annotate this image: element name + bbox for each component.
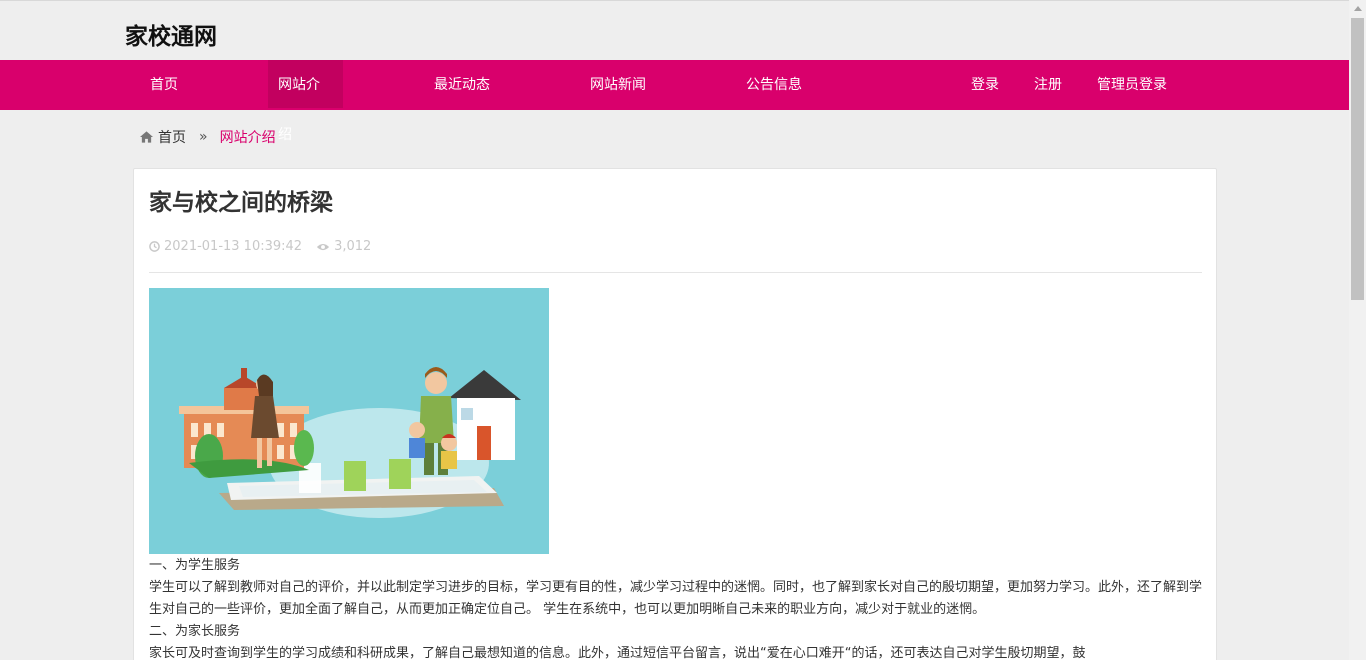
article-view-count: 3,012 (334, 239, 372, 254)
scrollbar-thumb[interactable] (1351, 18, 1364, 300)
article-paragraph: 二、为家长服务 (149, 624, 241, 639)
article-views: 3,012 (316, 239, 371, 254)
nav-login[interactable]: 登录 (961, 60, 1009, 108)
breadcrumb: 首页 » 网站介绍 (140, 128, 276, 146)
article-paragraph: 一、为学生服务 (149, 558, 241, 573)
site-title[interactable]: 家校通网 (125, 17, 217, 51)
site-header: 家校通网 (0, 0, 1350, 60)
article-card: 家与校之间的桥梁 2021-01-13 10:39:42 3,012 一、为学生… (133, 168, 1217, 660)
clock-icon (149, 241, 160, 252)
nav-recent-news[interactable]: 最近动态 (424, 60, 500, 108)
article-paragraph: 学生可以了解到教师对自己的评价，并以此制定学习进步的目标，学习更有目的性，减少学… (149, 580, 1203, 617)
breadcrumb-home[interactable]: 首页 (158, 127, 186, 147)
breadcrumb-current[interactable]: 网站介绍 (220, 127, 276, 147)
main-nav: 首页 网站介绍 最近动态 网站新闻 公告信息 登录 注册 管理员登录 (0, 60, 1349, 143)
article-title: 家与校之间的桥梁 (149, 190, 333, 216)
nav-announcements[interactable]: 公告信息 (736, 60, 812, 108)
nav-home[interactable]: 首页 (140, 60, 188, 108)
divider (149, 272, 1202, 273)
eye-icon (316, 243, 330, 250)
nav-site-news[interactable]: 网站新闻 (580, 60, 656, 108)
article-body: 一、为学生服务 学生可以了解到教师对自己的评价，并以此制定学习进步的目标，学习更… (149, 555, 1204, 660)
nav-admin-login[interactable]: 管理员登录 (1087, 60, 1177, 108)
breadcrumb-separator: » (199, 129, 208, 145)
nav-register[interactable]: 注册 (1024, 60, 1072, 108)
article-image (149, 288, 549, 554)
article-datetime: 2021-01-13 10:39:42 (164, 239, 303, 254)
vertical-scrollbar[interactable] (1349, 0, 1366, 660)
home-icon (140, 131, 153, 143)
scroll-up-arrow-icon[interactable] (1349, 0, 1366, 17)
nav-site-intro[interactable]: 网站介绍 (268, 60, 343, 143)
article-paragraph: 家长可及时查询到学生的学习成绩和科研成果，了解自己最想知道的信息。此外，通过短信… (149, 646, 1086, 660)
article-meta: 2021-01-13 10:39:42 3,012 (149, 239, 371, 254)
